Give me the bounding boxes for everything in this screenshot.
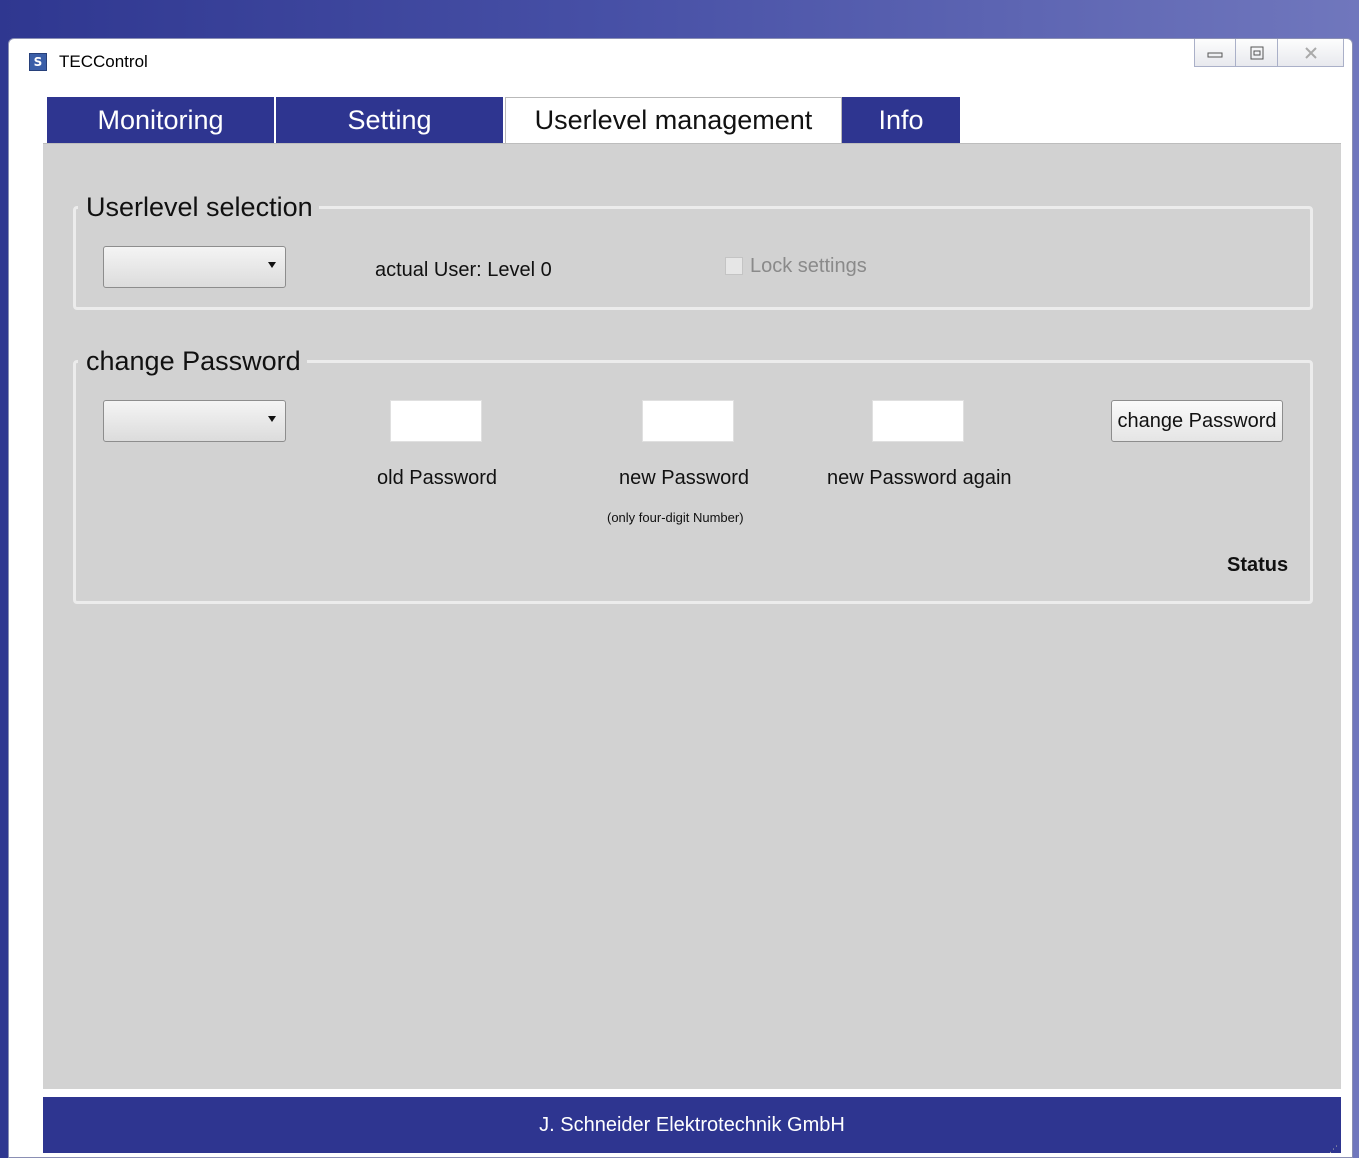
footer-bar: J. Schneider Elektrotechnik GmbH [43,1097,1341,1153]
tab-userlevel-management[interactable]: Userlevel management [505,97,842,143]
window-title: TECControl [59,52,148,71]
title-bar[interactable]: S TECControl [9,39,1352,85]
dropdown-arrow-icon [268,416,276,422]
new-password-input[interactable] [642,400,734,442]
minimize-button[interactable] [1194,39,1236,67]
userlevel-select[interactable] [103,246,286,288]
restore-icon [1250,46,1263,59]
actual-user-label: actual User: Level 0 [375,259,552,281]
new-password-hint: (only four-digit Number) [607,510,744,525]
lock-settings-label: Lock settings [750,255,867,277]
company-name: J. Schneider Elektrotechnik GmbH [539,1113,845,1136]
new-password-again-input[interactable] [872,400,964,442]
tab-setting[interactable]: Setting [276,97,505,143]
new-password-label: new Password [619,467,750,489]
app-icon: S [29,53,47,71]
change-password-title: change Password [86,346,301,376]
tab-monitoring[interactable]: Monitoring [47,97,276,143]
userlevel-management-panel: Userlevel selection actual User: Level 0… [43,143,1341,1089]
userlevel-selection-title: Userlevel selection [86,192,313,222]
password-userlevel-select[interactable] [103,400,286,442]
resize-grip-icon[interactable]: ⋰ [1329,1145,1339,1155]
app-window: S TECControl Monitoring Setting Userleve… [8,38,1353,1158]
status-label: Status [1227,554,1289,576]
lock-settings-checkbox[interactable] [725,257,743,275]
restore-button[interactable] [1236,39,1278,67]
tab-bar: Monitoring Setting Userlevel management … [47,97,962,143]
old-password-input[interactable] [390,400,482,442]
main-content: Monitoring Setting Userlevel management … [43,97,1341,1157]
old-password-label: old Password [377,467,498,489]
dropdown-arrow-icon [268,262,276,268]
close-icon [1304,46,1317,59]
minimize-icon [1207,52,1223,57]
close-button[interactable] [1278,39,1344,67]
change-password-button[interactable]: change Password [1111,400,1283,442]
window-controls [1194,39,1344,69]
tab-info[interactable]: Info [842,97,962,143]
new-password-again-label: new Password again [827,467,1012,489]
